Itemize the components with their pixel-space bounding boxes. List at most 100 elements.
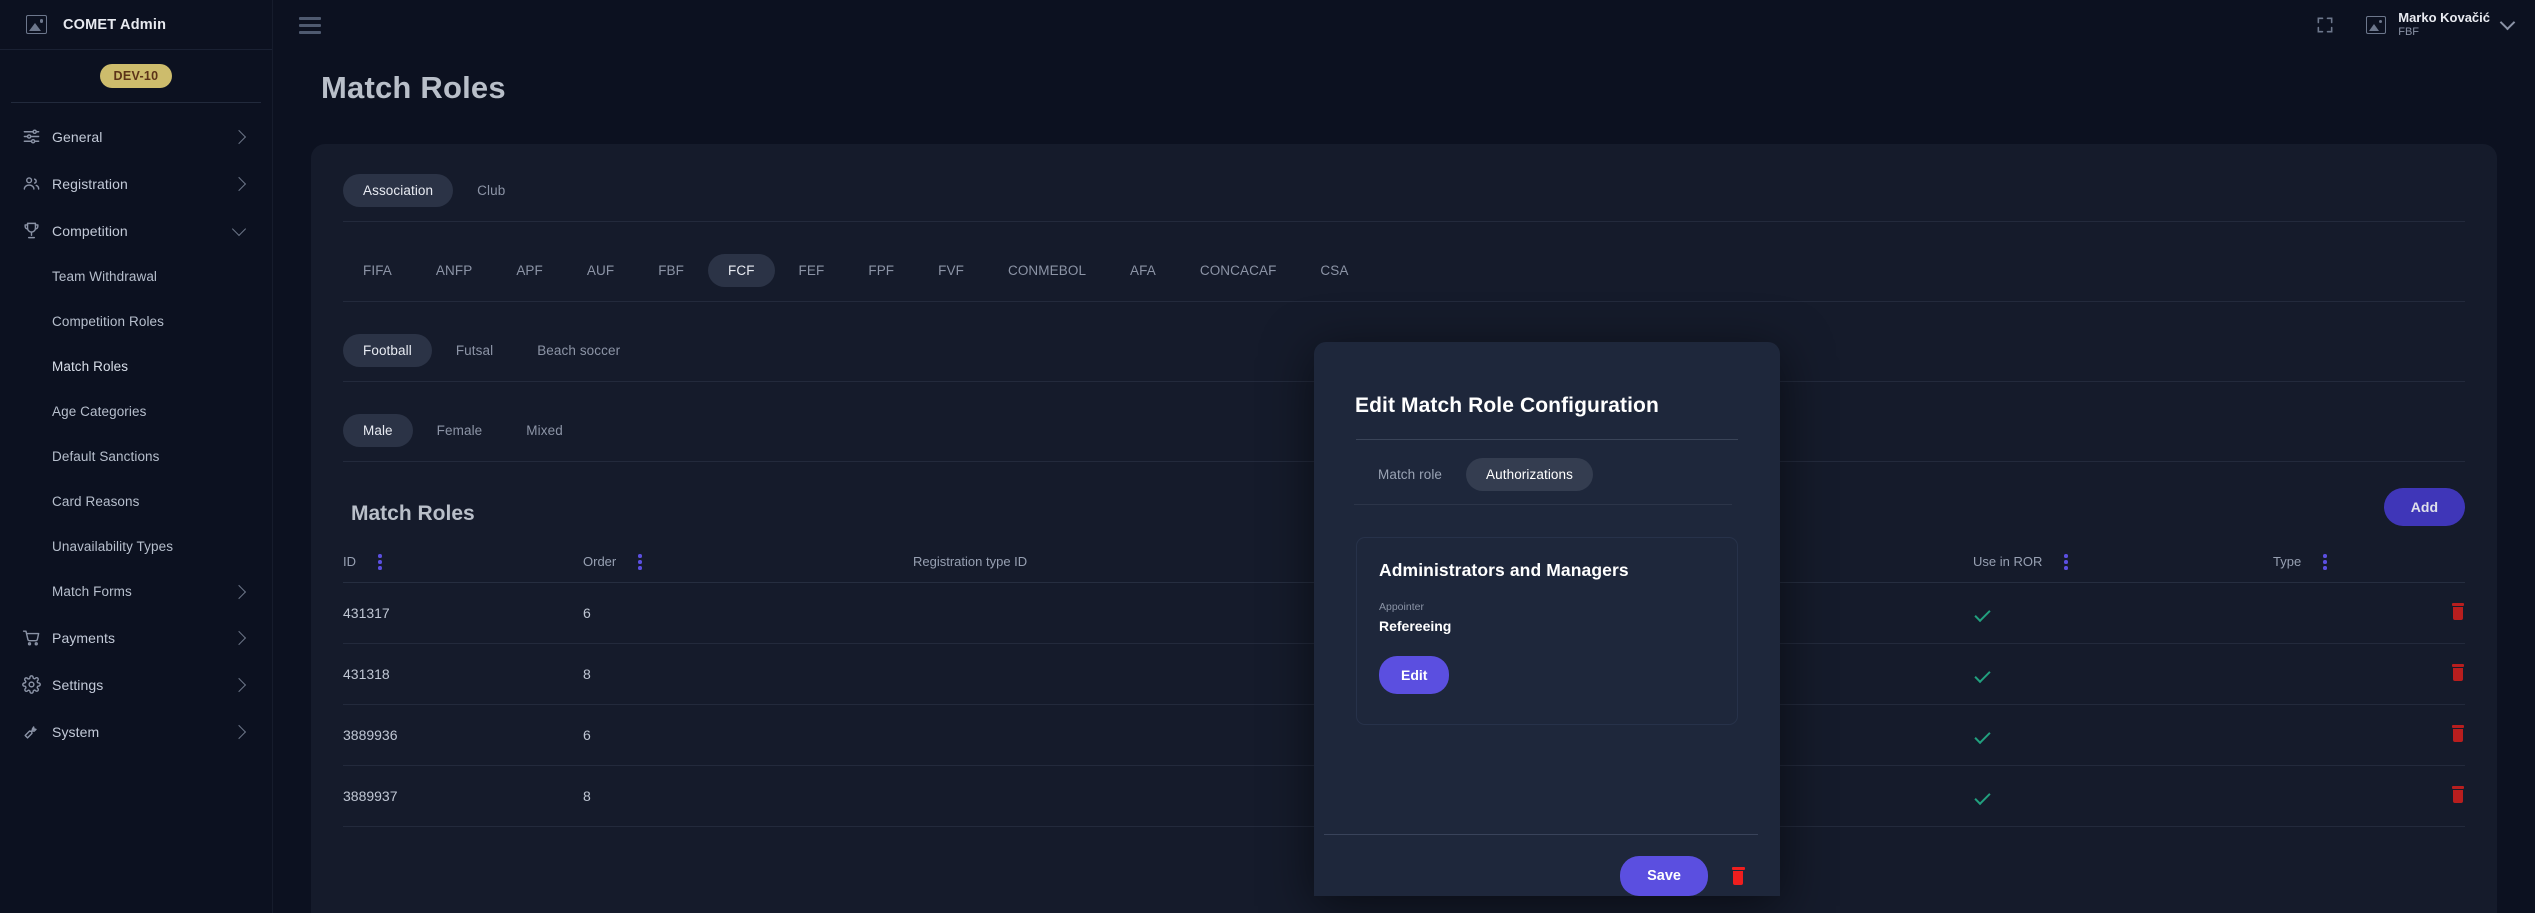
fullscreen-icon[interactable] [2314, 15, 2336, 35]
tab-auf[interactable]: AUF [567, 254, 634, 287]
cell-type [2273, 704, 2423, 765]
cell-actions [2423, 643, 2465, 704]
tab-fifa[interactable]: FIFA [343, 254, 412, 287]
column-menu-icon[interactable] [638, 554, 642, 570]
add-button[interactable]: Add [2384, 488, 2465, 526]
check-icon [1974, 788, 1990, 804]
tab-futsal[interactable]: Futsal [436, 334, 513, 367]
user-menu[interactable]: Marko Kovačić FBF [2366, 10, 2513, 40]
sidebar-item-default-sanctions[interactable]: Default Sanctions [0, 434, 272, 479]
cell-order: 8 [583, 643, 913, 704]
spacer [343, 222, 2465, 248]
chevron-right-icon [232, 129, 246, 143]
delete-icon[interactable] [2450, 786, 2465, 803]
column-menu-icon[interactable] [2323, 554, 2327, 570]
chevron-right-icon [232, 630, 246, 644]
association-tabs: FIFA ANFP APF AUF FBF FCF FEF FPF FVF CO… [343, 248, 2465, 302]
avatar [2366, 16, 2386, 34]
check-icon [1974, 727, 1990, 743]
sidebar-item-match-roles[interactable]: Match Roles [0, 344, 272, 389]
tab-fvf[interactable]: FVF [918, 254, 984, 287]
cell-id: 431318 [343, 643, 583, 704]
delete-icon[interactable] [2450, 725, 2465, 742]
chevron-down-icon[interactable] [2500, 15, 2516, 31]
delete-icon[interactable] [2450, 664, 2465, 681]
sidebar-item-system[interactable]: System [0, 708, 272, 755]
check-icon [1974, 666, 1990, 682]
tab-football[interactable]: Football [343, 334, 432, 367]
tab-anfp[interactable]: ANFP [416, 254, 492, 287]
sidebar-subitem-label: Match Roles [52, 359, 246, 374]
tab-female[interactable]: Female [417, 414, 503, 447]
tab-mixed[interactable]: Mixed [506, 414, 583, 447]
sidebar-nav: General Registration [0, 103, 272, 755]
sidebar-item-team-withdrawal[interactable]: Team Withdrawal [0, 254, 272, 299]
user-name: Marko Kovačić [2398, 10, 2490, 26]
tab-fef[interactable]: FEF [779, 254, 845, 287]
sidebar-item-settings[interactable]: Settings [0, 661, 272, 708]
column-label: Order [583, 554, 616, 569]
cell-use-in-ror [1973, 643, 2273, 704]
cell-id: 431317 [343, 582, 583, 643]
cell-type [2273, 643, 2423, 704]
appointer-label: Appointer [1379, 601, 1715, 613]
sidebar-item-unavailability-types[interactable]: Unavailability Types [0, 524, 272, 569]
sidebar-subitem-label: Unavailability Types [52, 539, 246, 554]
edit-button[interactable]: Edit [1379, 656, 1449, 694]
app-logo-icon [26, 15, 47, 34]
save-button[interactable]: Save [1620, 856, 1708, 896]
tab-afa[interactable]: AFA [1110, 254, 1176, 287]
tab-authorizations[interactable]: Authorizations [1466, 458, 1593, 491]
tab-fpf[interactable]: FPF [848, 254, 914, 287]
cart-icon [22, 628, 52, 647]
sidebar-item-label: System [52, 724, 234, 740]
column-label: Use in ROR [1973, 554, 2042, 569]
dialog-footer: Save [1324, 834, 1758, 896]
tab-csa[interactable]: CSA [1300, 254, 1368, 287]
tab-fcf[interactable]: FCF [708, 254, 775, 287]
cell-actions [2423, 582, 2465, 643]
tab-male[interactable]: Male [343, 414, 413, 447]
chevron-down-icon [232, 221, 246, 235]
tab-conmebol[interactable]: CONMEBOL [988, 254, 1106, 287]
dialog-body: Administrators and Managers Appointer Re… [1346, 505, 1748, 834]
cell-type [2273, 582, 2423, 643]
tab-club[interactable]: Club [457, 174, 525, 207]
chevron-right-icon [232, 724, 246, 738]
column-menu-icon[interactable] [378, 554, 382, 570]
wrench-icon [22, 722, 52, 741]
tab-apf[interactable]: APF [496, 254, 563, 287]
dialog-tabs: Match role Authorizations [1346, 440, 1748, 491]
sidebar-item-payments[interactable]: Payments [0, 614, 272, 661]
tab-beach-soccer[interactable]: Beach soccer [517, 334, 640, 367]
sidebar-item-general[interactable]: General [0, 113, 272, 160]
tab-fbf[interactable]: FBF [638, 254, 704, 287]
chevron-right-icon [232, 677, 246, 691]
sidebar-item-card-reasons[interactable]: Card Reasons [0, 479, 272, 524]
sidebar-item-label: General [52, 129, 234, 145]
delete-icon[interactable] [1730, 867, 1746, 886]
sidebar-item-competition[interactable]: Competition [0, 207, 272, 254]
column-header-use-in-ror: Use in ROR [1973, 544, 2273, 582]
column-header-type: Type [2273, 544, 2423, 582]
env-badge: DEV-10 [100, 64, 173, 88]
sidebar-subitem-label: Age Categories [52, 404, 246, 419]
topbar: Marko Kovačić FBF [273, 0, 2535, 50]
sidebar-item-match-forms[interactable]: Match Forms [0, 569, 272, 614]
cell-actions [2423, 704, 2465, 765]
tab-association[interactable]: Association [343, 174, 453, 207]
users-icon [22, 174, 52, 193]
sidebar-item-age-categories[interactable]: Age Categories [0, 389, 272, 434]
sidebar-item-registration[interactable]: Registration [0, 160, 272, 207]
delete-icon[interactable] [2450, 603, 2465, 620]
column-menu-icon[interactable] [2064, 554, 2068, 570]
cell-order: 6 [583, 704, 913, 765]
sidebar-item-label: Settings [52, 677, 234, 693]
chevron-right-icon [232, 584, 246, 598]
cell-type [2273, 765, 2423, 826]
tab-concacaf[interactable]: CONCACAF [1180, 254, 1297, 287]
menu-toggle-icon[interactable] [299, 17, 321, 34]
tab-match-role[interactable]: Match role [1358, 458, 1462, 491]
sidebar-brand[interactable]: COMET Admin [0, 0, 272, 50]
sidebar-item-competition-roles[interactable]: Competition Roles [0, 299, 272, 344]
